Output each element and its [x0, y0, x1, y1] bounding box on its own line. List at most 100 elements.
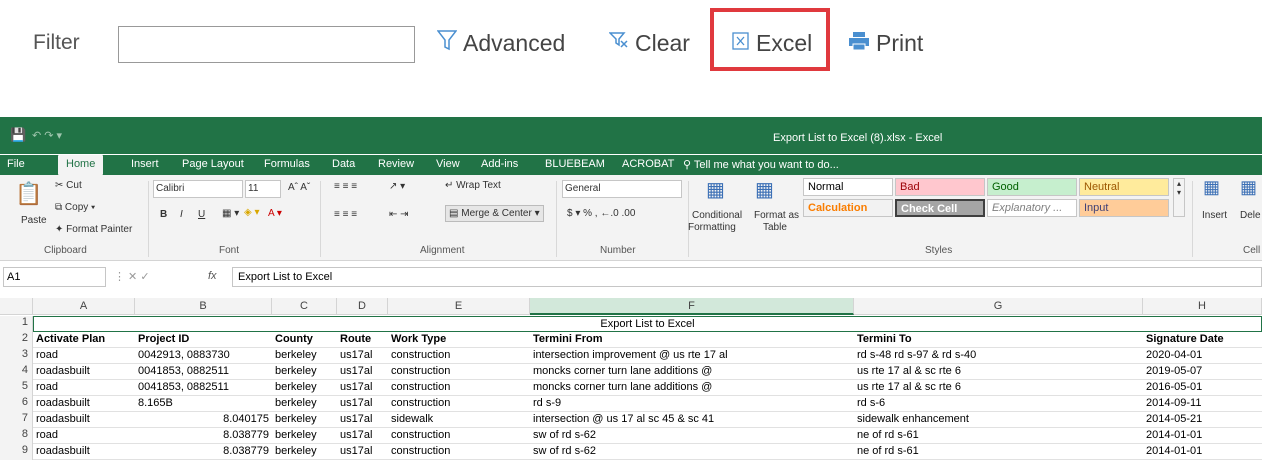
table-cell[interactable]: road — [36, 429, 132, 441]
table-cell[interactable]: Activate Plan — [36, 333, 132, 345]
row-number[interactable]: 3 — [0, 348, 33, 364]
formatting-label[interactable]: Formatting — [688, 222, 736, 233]
table-cell[interactable]: us17al — [340, 397, 385, 409]
row-number[interactable]: 6 — [0, 396, 33, 412]
table-cell[interactable]: ne of rd s-61 — [857, 445, 1140, 457]
table-cell[interactable]: berkeley — [275, 349, 334, 361]
table-cell[interactable]: moncks corner turn lane additions @ — [533, 381, 851, 393]
merged-title-cell[interactable]: Export List to Excel — [33, 316, 1262, 332]
column-header-d[interactable]: D — [337, 298, 388, 315]
copy-button[interactable]: ⧉ Copy ▾ — [55, 202, 95, 213]
row-number[interactable]: 7 — [0, 412, 33, 428]
table-cell[interactable]: us17al — [340, 349, 385, 361]
tab-review[interactable]: Review — [378, 158, 414, 170]
table-cell[interactable]: Project ID — [138, 333, 269, 345]
table-cell[interactable]: construction — [391, 381, 527, 393]
table-cell[interactable]: rd s-9 — [533, 397, 851, 409]
table-cell[interactable]: 0042913, 0883730 — [138, 349, 269, 361]
table-cell[interactable]: sw of rd s-62 — [533, 429, 851, 441]
row-number[interactable]: 2 — [0, 332, 33, 348]
tab-home[interactable]: Home — [58, 155, 104, 175]
format-painter-button[interactable]: ✦ Format Painter — [55, 224, 132, 235]
row-number[interactable]: 4 — [0, 364, 33, 380]
table-cell[interactable]: roadasbuilt — [36, 445, 132, 457]
name-box[interactable]: A1 — [3, 267, 106, 287]
table-cell[interactable]: construction — [391, 349, 527, 361]
table-cell[interactable]: construction — [391, 445, 527, 457]
table-cell[interactable]: 2019-05-07 — [1146, 365, 1259, 377]
table-cell[interactable]: 2014-05-21 — [1146, 413, 1259, 425]
table-cell[interactable]: us17al — [340, 381, 385, 393]
table-cell[interactable]: us17al — [340, 365, 385, 377]
font-size-select[interactable]: 11 — [245, 180, 281, 198]
column-header-c[interactable]: C — [272, 298, 337, 315]
bold-button[interactable]: B — [160, 209, 167, 220]
tab-data[interactable]: Data — [332, 158, 355, 170]
table-cell[interactable]: 2020-04-01 — [1146, 349, 1259, 361]
row-number[interactable]: 9 — [0, 444, 33, 460]
number-format-icons[interactable]: $ ▾ % , ←.0 .00 — [567, 208, 635, 219]
indent-icons[interactable]: ⇤ ⇥ — [389, 209, 409, 220]
column-header-b[interactable]: B — [135, 298, 272, 315]
style-bad[interactable]: Bad — [895, 178, 985, 196]
table-cell[interactable]: construction — [391, 429, 527, 441]
insert-label[interactable]: Insert — [1202, 210, 1227, 221]
style-explanatory[interactable]: Explanatory ... — [987, 199, 1077, 217]
save-icon[interactable]: 💾 — [10, 127, 26, 143]
table-cell[interactable]: berkeley — [275, 381, 334, 393]
tab-page-layout[interactable]: Page Layout — [182, 158, 244, 170]
italic-button[interactable]: I — [180, 209, 183, 220]
cut-button[interactable]: ✂ Cut — [55, 180, 82, 191]
table-cell[interactable]: sw of rd s-62 — [533, 445, 851, 457]
delete-cells-icon[interactable]: ▦ — [1240, 177, 1257, 198]
font-name-select[interactable]: Calibri — [153, 180, 243, 198]
table-cell[interactable]: road — [36, 381, 132, 393]
style-input[interactable]: Input — [1079, 199, 1169, 217]
format-as-label[interactable]: Format as — [754, 210, 799, 221]
clear-button[interactable]: Clear — [608, 26, 690, 60]
align-horizontal-icons[interactable]: ≡ ≡ ≡ — [334, 209, 357, 220]
table-cell[interactable]: 2014-01-01 — [1146, 429, 1259, 441]
column-header-h[interactable]: H — [1143, 298, 1262, 315]
table-cell[interactable]: us rte 17 al & sc rte 6 — [857, 365, 1140, 377]
table-cell[interactable]: berkeley — [275, 365, 334, 377]
table-cell[interactable]: 8.038779 — [138, 445, 269, 457]
table-cell[interactable]: 8.038779 — [138, 429, 269, 441]
style-neutral[interactable]: Neutral — [1079, 178, 1169, 196]
styles-scroll[interactable]: ▴ ▾ — [1173, 178, 1185, 217]
table-cell[interactable]: ne of rd s-61 — [857, 429, 1140, 441]
row-number[interactable]: 1 — [0, 316, 33, 332]
wrap-text-button[interactable]: ↵ Wrap Text — [445, 180, 501, 191]
table-cell[interactable]: 2016-05-01 — [1146, 381, 1259, 393]
table-cell[interactable]: Route — [340, 333, 385, 345]
border-icon[interactable]: ▦ ▾ — [222, 208, 239, 219]
undo-redo-icon[interactable]: ↶ ↷ ▾ — [32, 129, 62, 142]
table-cell[interactable]: County — [275, 333, 334, 345]
tell-me-search[interactable]: ⚲ Tell me what you want to do... — [683, 158, 839, 171]
row-number[interactable]: 8 — [0, 428, 33, 444]
table-cell[interactable]: 0041853, 0882511 — [138, 381, 269, 393]
function-icon[interactable]: fx — [208, 270, 217, 282]
table-cell[interactable]: berkeley — [275, 397, 334, 409]
underline-button[interactable]: U — [198, 209, 205, 220]
tab-bluebeam[interactable]: BLUEBEAM — [545, 158, 605, 170]
table-cell[interactable]: sidewalk — [391, 413, 527, 425]
table-cell[interactable]: roadasbuilt — [36, 413, 132, 425]
table-cell[interactable]: us rte 17 al & sc rte 6 — [857, 381, 1140, 393]
table-cell[interactable]: Termini To — [857, 333, 1140, 345]
conditional-label[interactable]: Conditional — [692, 210, 742, 221]
tab-view[interactable]: View — [436, 158, 460, 170]
paste-label[interactable]: Paste — [21, 215, 47, 226]
merge-center-button[interactable]: ▤ Merge & Center ▾ — [445, 205, 544, 222]
style-calculation[interactable]: Calculation — [803, 199, 893, 217]
table-cell[interactable]: 8.165B — [138, 397, 269, 409]
paste-icon[interactable]: 📋 — [15, 181, 42, 207]
table-cell[interactable]: intersection improvement @ us rte 17 al — [533, 349, 851, 361]
table-cell[interactable]: moncks corner turn lane additions @ — [533, 365, 851, 377]
table-cell[interactable]: us17al — [340, 429, 385, 441]
align-top-icons[interactable]: ≡ ≡ ≡ — [334, 181, 357, 192]
table-cell[interactable]: 2014-09-11 — [1146, 397, 1259, 409]
delete-label[interactable]: Dele — [1240, 210, 1261, 221]
tab-insert[interactable]: Insert — [131, 158, 159, 170]
table-cell[interactable]: Signature Date — [1146, 333, 1259, 345]
